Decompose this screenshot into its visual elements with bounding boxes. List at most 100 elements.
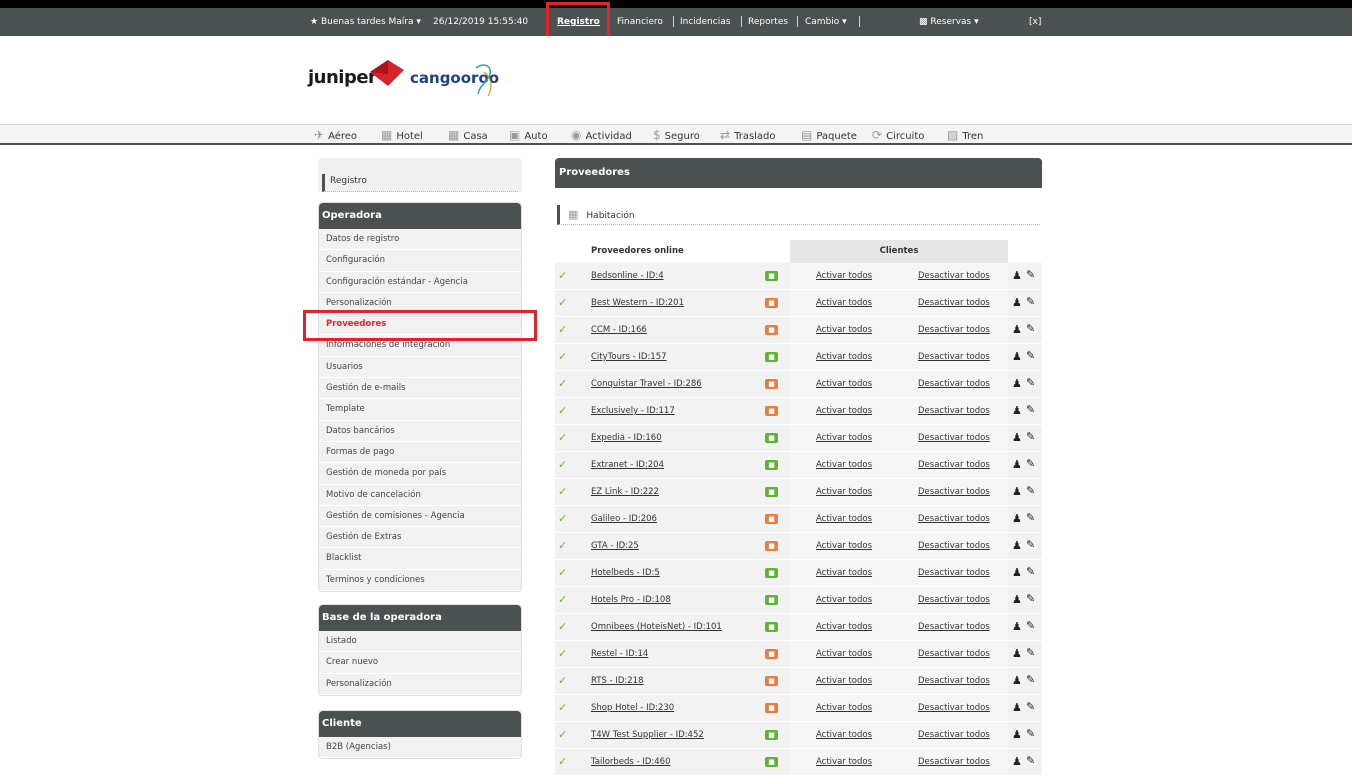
provider-link[interactable]: RTS - ID:218 xyxy=(591,676,644,686)
deactivate-all-link[interactable]: Desactivar todos xyxy=(918,730,990,740)
edit-pencil-icon[interactable]: ✎ xyxy=(1026,727,1035,740)
provider-link[interactable]: Tailorbeds - ID:460 xyxy=(591,757,670,767)
sidebar-item-configuracion-estandar[interactable]: Configuración estándar - Agencia xyxy=(319,272,521,293)
service-tren[interactable]: ▧ Tren xyxy=(947,128,983,142)
edit-pencil-icon[interactable]: ✎ xyxy=(1026,511,1035,524)
deactivate-all-link[interactable]: Desactivar todos xyxy=(918,757,990,767)
provider-link[interactable]: Hotels Pro - ID:108 xyxy=(591,595,671,605)
nav-incidencias[interactable]: Incidencias xyxy=(680,17,730,27)
service-traslado[interactable]: ⇄ Traslado xyxy=(720,128,776,142)
edit-pencil-icon[interactable]: ✎ xyxy=(1026,538,1035,551)
user-icon[interactable]: ♟ xyxy=(1012,404,1022,417)
activate-all-link[interactable]: Activar todos xyxy=(816,325,872,335)
activate-all-link[interactable]: Activar todos xyxy=(816,757,872,767)
service-hotel[interactable]: ▦ Hotel xyxy=(381,128,423,142)
status-toggle-icon[interactable]: ■ xyxy=(765,271,778,281)
edit-pencil-icon[interactable]: ✎ xyxy=(1026,673,1035,686)
edit-pencil-icon[interactable]: ✎ xyxy=(1026,592,1035,605)
sidebar-item-gestion-comisiones[interactable]: Gestión de comisiones - Agencia xyxy=(319,506,521,528)
activate-all-link[interactable]: Activar todos xyxy=(816,298,872,308)
edit-pencil-icon[interactable]: ✎ xyxy=(1026,457,1035,470)
activate-all-link[interactable]: Activar todos xyxy=(816,703,872,713)
edit-pencil-icon[interactable]: ✎ xyxy=(1026,754,1035,767)
user-icon[interactable]: ♟ xyxy=(1012,269,1022,282)
provider-link[interactable]: Expedia - ID:160 xyxy=(591,433,662,443)
user-icon[interactable]: ♟ xyxy=(1012,377,1022,390)
provider-link[interactable]: Conquistar Travel - ID:286 xyxy=(591,379,702,389)
user-icon[interactable]: ♟ xyxy=(1012,431,1022,444)
service-casa[interactable]: ▦ Casa xyxy=(448,128,488,142)
provider-link[interactable]: Bedsonline - ID:4 xyxy=(591,271,664,281)
sidebar-item-gestion-extras[interactable]: Gestión de Extras xyxy=(319,527,521,549)
sidebar-item-blacklist[interactable]: Blacklist xyxy=(319,548,521,570)
deactivate-all-link[interactable]: Desactivar todos xyxy=(918,595,990,605)
activate-all-link[interactable]: Activar todos xyxy=(816,460,872,470)
activate-all-link[interactable]: Activar todos xyxy=(816,676,872,686)
provider-link[interactable]: GTA - ID:25 xyxy=(591,541,639,551)
status-toggle-icon[interactable]: ■ xyxy=(765,460,778,470)
activate-all-link[interactable]: Activar todos xyxy=(816,514,872,524)
edit-pencil-icon[interactable]: ✎ xyxy=(1026,322,1035,335)
status-toggle-icon[interactable]: ■ xyxy=(765,325,778,335)
edit-pencil-icon[interactable]: ✎ xyxy=(1026,403,1035,416)
status-toggle-icon[interactable]: ■ xyxy=(765,649,778,659)
deactivate-all-link[interactable]: Desactivar todos xyxy=(918,676,990,686)
provider-link[interactable]: CityTours - ID:157 xyxy=(591,352,667,362)
provider-link[interactable]: CCM - ID:166 xyxy=(591,325,647,335)
sidebar-item-datos-de-registro[interactable]: Datos de registro xyxy=(319,229,521,251)
activate-all-link[interactable]: Activar todos xyxy=(816,649,872,659)
user-icon[interactable]: ♟ xyxy=(1012,323,1022,336)
user-icon[interactable]: ♟ xyxy=(1012,512,1022,525)
deactivate-all-link[interactable]: Desactivar todos xyxy=(918,325,990,335)
sidebar-item-b2b[interactable]: B2B (Agencias) xyxy=(319,737,521,759)
activate-all-link[interactable]: Activar todos xyxy=(816,406,872,416)
status-toggle-icon[interactable]: ■ xyxy=(765,298,778,308)
edit-pencil-icon[interactable]: ✎ xyxy=(1026,565,1035,578)
service-auto[interactable]: ▣ Auto xyxy=(509,128,548,142)
user-icon[interactable]: ♟ xyxy=(1012,701,1022,714)
provider-link[interactable]: T4W Test Supplier - ID:452 xyxy=(591,730,704,740)
deactivate-all-link[interactable]: Desactivar todos xyxy=(918,433,990,443)
nav-reportes[interactable]: Reportes xyxy=(748,17,788,27)
status-toggle-icon[interactable]: ■ xyxy=(765,379,778,389)
user-greeting-menu[interactable]: ★ Buenas tardes Maíra ▾ xyxy=(310,17,421,27)
status-toggle-icon[interactable]: ■ xyxy=(765,487,778,497)
provider-link[interactable]: Hotelbeds - ID:5 xyxy=(591,568,660,578)
user-icon[interactable]: ♟ xyxy=(1012,593,1022,606)
deactivate-all-link[interactable]: Desactivar todos xyxy=(918,649,990,659)
edit-pencil-icon[interactable]: ✎ xyxy=(1026,484,1035,497)
status-toggle-icon[interactable]: ■ xyxy=(765,676,778,686)
edit-pencil-icon[interactable]: ✎ xyxy=(1026,295,1035,308)
status-toggle-icon[interactable]: ■ xyxy=(765,595,778,605)
user-icon[interactable]: ♟ xyxy=(1012,620,1022,633)
service-seguro[interactable]: $ Seguro xyxy=(653,128,700,142)
deactivate-all-link[interactable]: Desactivar todos xyxy=(918,703,990,713)
provider-link[interactable]: Shop Hotel - ID:230 xyxy=(591,703,674,713)
user-icon[interactable]: ♟ xyxy=(1012,755,1022,768)
sidebar-item-base-personalizacion[interactable]: Personalización xyxy=(319,674,521,695)
edit-pencil-icon[interactable]: ✎ xyxy=(1026,619,1035,632)
deactivate-all-link[interactable]: Desactivar todos xyxy=(918,514,990,524)
deactivate-all-link[interactable]: Desactivar todos xyxy=(918,352,990,362)
sidebar-item-configuracion[interactable]: Configuración xyxy=(319,250,521,272)
status-toggle-icon[interactable]: ■ xyxy=(765,757,778,767)
user-icon[interactable]: ♟ xyxy=(1012,647,1022,660)
status-toggle-icon[interactable]: ■ xyxy=(765,541,778,551)
provider-link[interactable]: Extranet - ID:204 xyxy=(591,460,664,470)
activate-all-link[interactable]: Activar todos xyxy=(816,379,872,389)
status-toggle-icon[interactable]: ■ xyxy=(765,406,778,416)
status-toggle-icon[interactable]: ■ xyxy=(765,703,778,713)
edit-pencil-icon[interactable]: ✎ xyxy=(1026,646,1035,659)
service-circuito[interactable]: ⟳ Circuito xyxy=(872,128,924,142)
user-icon[interactable]: ♟ xyxy=(1012,539,1022,552)
activate-all-link[interactable]: Activar todos xyxy=(816,595,872,605)
status-toggle-icon[interactable]: ■ xyxy=(765,730,778,740)
user-icon[interactable]: ♟ xyxy=(1012,458,1022,471)
status-toggle-icon[interactable]: ■ xyxy=(765,352,778,362)
user-icon[interactable]: ♟ xyxy=(1012,350,1022,363)
status-toggle-icon[interactable]: ■ xyxy=(765,433,778,443)
service-paquete[interactable]: ▤ Paquete xyxy=(801,128,857,142)
sidebar-item-listado[interactable]: Listado xyxy=(319,631,521,653)
activate-all-link[interactable]: Activar todos xyxy=(816,487,872,497)
status-toggle-icon[interactable]: ■ xyxy=(765,568,778,578)
